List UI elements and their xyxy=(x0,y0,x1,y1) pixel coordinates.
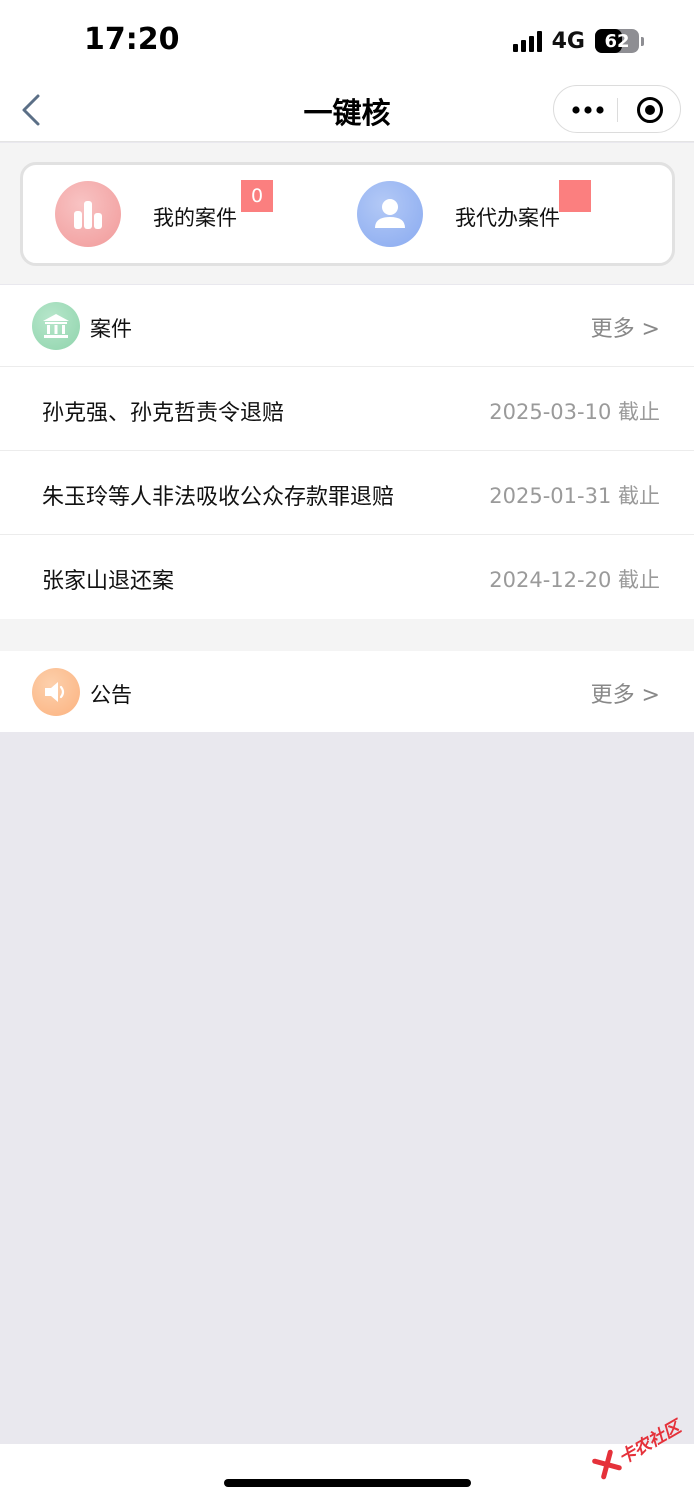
network-type: 4G xyxy=(551,28,585,54)
case-deadline: 2025-01-31 截止 xyxy=(489,484,660,508)
status-bar: 17:20 4G 62 xyxy=(0,0,694,78)
notice-title: 公告 xyxy=(90,683,132,707)
cases-header: 案件 更多 > xyxy=(0,285,694,367)
case-row[interactable]: 孙克强、孙克哲责令退赔 2025-03-10 截止 xyxy=(0,367,694,451)
cases-section: 案件 更多 > 孙克强、孙克哲责令退赔 2025-03-10 截止 朱玉玲等人非… xyxy=(0,285,694,619)
nav-bar: 一键核 xyxy=(0,78,694,142)
case-deadline: 2024-12-20 截止 xyxy=(489,568,660,592)
speaker-icon xyxy=(32,668,80,716)
case-title: 张家山退还案 xyxy=(42,569,175,594)
status-indicators: 4G 62 xyxy=(512,26,644,56)
notice-section: 公告 更多 > xyxy=(0,651,694,732)
case-title: 孙克强、孙克哲责令退赔 xyxy=(42,401,285,426)
cases-more-link[interactable]: 更多 > xyxy=(591,311,660,343)
battery-icon: 62 xyxy=(595,29,639,53)
agent-cases-label: 我代办案件 xyxy=(455,206,560,230)
mini-program-capsule xyxy=(553,85,681,133)
cases-title: 案件 xyxy=(90,317,132,341)
case-deadline: 2025-03-10 截止 xyxy=(489,400,660,424)
case-row[interactable]: 张家山退还案 2024-12-20 截止 xyxy=(0,535,694,619)
notice-header: 公告 更多 > xyxy=(0,651,694,732)
quick-actions-card: 我的案件 0 我代办案件 xyxy=(20,162,675,266)
battery-cap xyxy=(641,36,644,46)
status-time: 17:20 xyxy=(84,22,180,57)
user-icon xyxy=(357,181,423,247)
case-row[interactable]: 朱玉玲等人非法吸收公众存款罪退赔 2025-01-31 截止 xyxy=(0,451,694,535)
notice-more-link[interactable]: 更多 > xyxy=(591,677,660,709)
signal-icon xyxy=(512,30,542,52)
battery-level: 62 xyxy=(604,30,630,52)
agent-cases-button[interactable]: 我代办案件 xyxy=(333,165,672,263)
capsule-divider xyxy=(617,98,618,122)
target-circle-icon[interactable] xyxy=(636,96,664,124)
agent-cases-badge xyxy=(559,180,591,212)
my-cases-button[interactable]: 我的案件 0 xyxy=(23,165,333,263)
section-divider xyxy=(0,619,694,651)
more-dots-icon[interactable] xyxy=(572,106,604,114)
bank-icon xyxy=(32,302,80,350)
my-cases-badge: 0 xyxy=(241,180,273,212)
bar-chart-icon xyxy=(55,181,121,247)
case-title: 朱玉玲等人非法吸收公众存款罪退赔 xyxy=(42,485,395,510)
quick-actions-area: 我的案件 0 我代办案件 xyxy=(0,143,694,284)
home-indicator[interactable] xyxy=(224,1479,471,1487)
my-cases-label: 我的案件 xyxy=(153,206,237,230)
